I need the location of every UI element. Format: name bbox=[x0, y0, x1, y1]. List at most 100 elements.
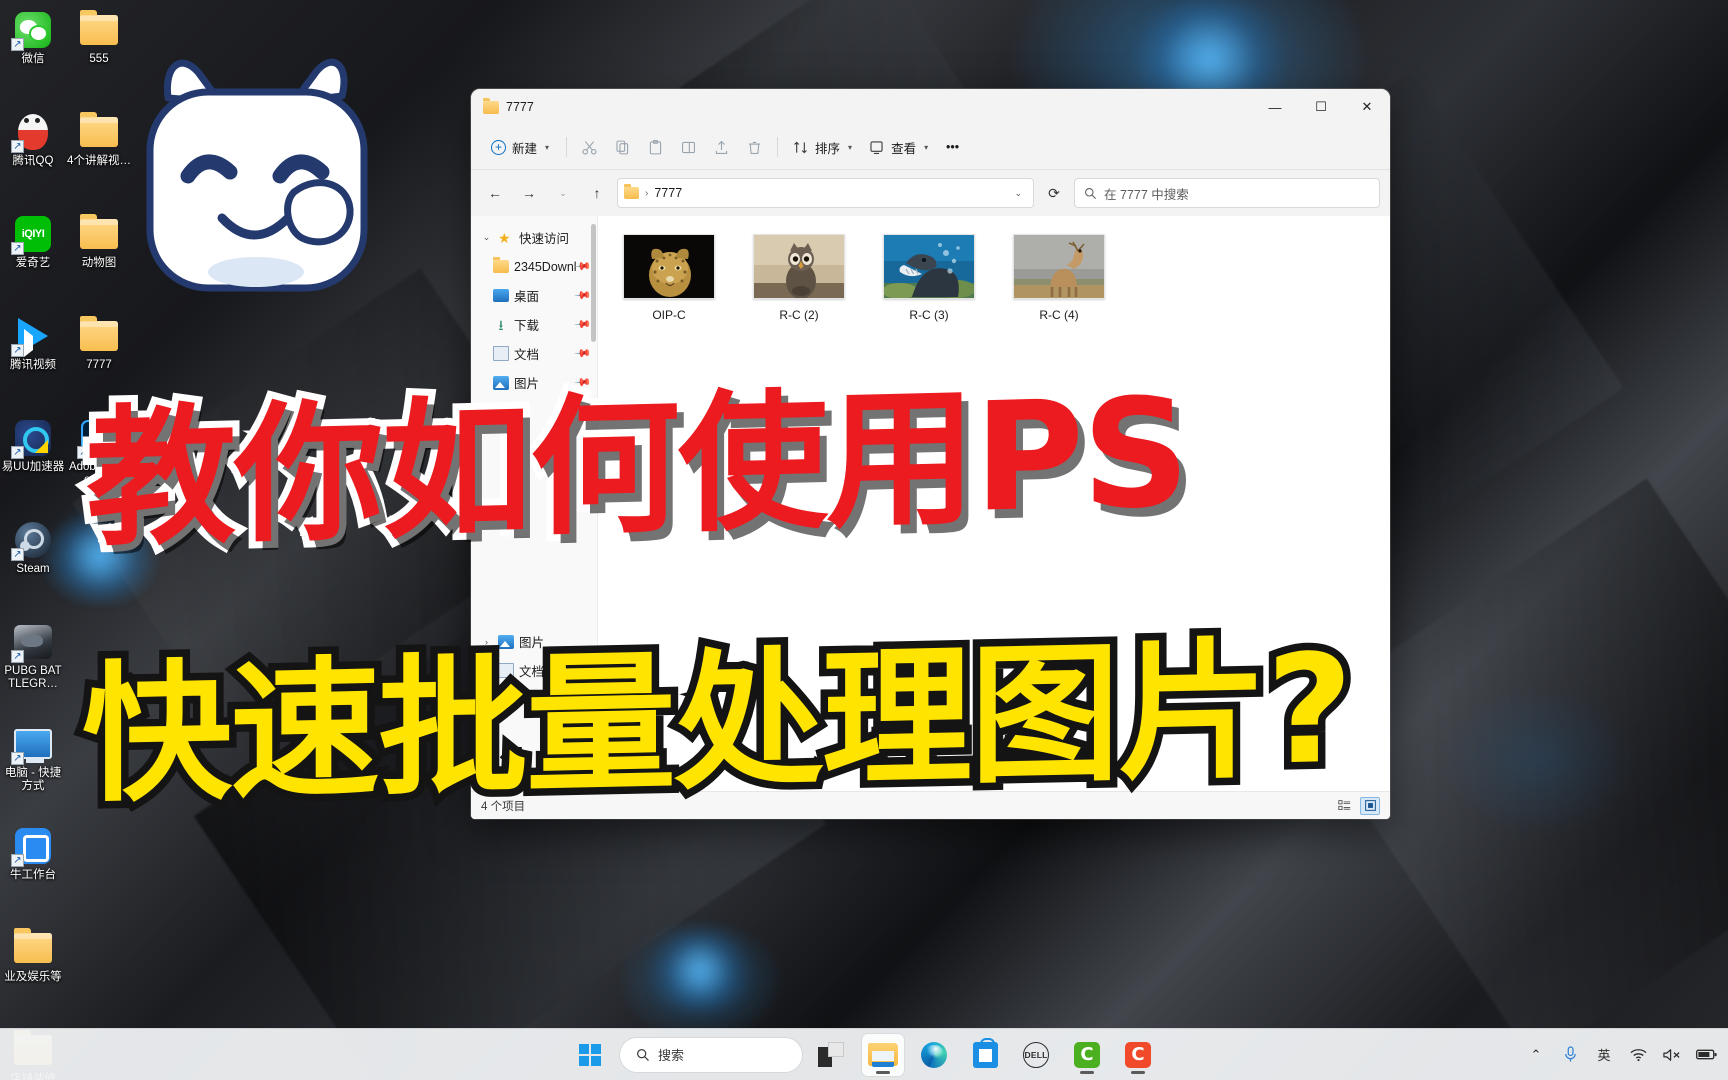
desktop-icon-555[interactable]: 555 bbox=[66, 6, 132, 108]
microsoft-store-button[interactable] bbox=[964, 1034, 1006, 1076]
battery-button[interactable] bbox=[1696, 1038, 1718, 1072]
explorer-title-bar[interactable]: 7777 — ☐ ✕ bbox=[471, 89, 1390, 125]
file-tiles[interactable]: OIP-C R-C (2) R-C (3) R-C (4) bbox=[620, 234, 1390, 322]
desktop-icon-4videos[interactable]: 4个讲解视… bbox=[66, 108, 132, 210]
folder-icon bbox=[79, 112, 119, 152]
view-button[interactable]: 查看 ▾ bbox=[861, 132, 935, 163]
system-tray[interactable]: ⌃ 英 bbox=[1526, 1038, 1718, 1072]
folder-icon bbox=[624, 184, 639, 199]
file-explorer-button[interactable] bbox=[862, 1033, 904, 1076]
task-view-button[interactable] bbox=[811, 1034, 853, 1076]
sidebar-item-2345downloads[interactable]: 2345Downl 📌 bbox=[471, 252, 597, 281]
desktop-icon-iqiyi[interactable]: iQIYI ↗ 爱奇艺 bbox=[0, 210, 66, 312]
pin-icon[interactable]: 📌 bbox=[574, 315, 593, 334]
forward-button[interactable]: → bbox=[515, 179, 543, 207]
microphone-button[interactable] bbox=[1560, 1038, 1580, 1072]
desktop-icon-label: Steam bbox=[16, 563, 50, 575]
recent-locations-button[interactable]: ⌄ bbox=[549, 179, 577, 207]
sidebar-item-desktop[interactable]: 桌面 📌 bbox=[471, 281, 597, 310]
explorer-address-row[interactable]: ← → ⌄ ↑ › 7777 ⌄ ⟳ 在 7777 中搜索 bbox=[471, 170, 1390, 216]
more-options-button[interactable]: ••• bbox=[937, 132, 968, 163]
taskbar-search-box[interactable]: 搜索 bbox=[620, 1037, 802, 1072]
file-item-rc3[interactable]: R-C (3) bbox=[880, 234, 978, 322]
breadcrumb-separator: › bbox=[645, 187, 649, 199]
dell-button[interactable]: DELL bbox=[1015, 1034, 1057, 1076]
sidebar-scrollbar[interactable] bbox=[591, 224, 596, 342]
breadcrumb[interactable]: › 7777 ⌄ bbox=[617, 178, 1034, 208]
edge-button[interactable] bbox=[913, 1034, 955, 1076]
sidebar-item-downloads[interactable]: ⭳ 下载 📌 bbox=[471, 310, 597, 339]
toolbar-divider bbox=[566, 137, 568, 157]
uu-booster-icon: ↗ bbox=[11, 418, 53, 459]
overlay-title-line1: 教你如何使用PS bbox=[79, 360, 1195, 575]
ime-indicator[interactable]: 英 bbox=[1594, 1038, 1614, 1072]
back-button[interactable]: ← bbox=[481, 179, 509, 207]
desktop-icon-label: 腾讯视频 bbox=[10, 359, 56, 371]
desktop-icon-tencent-video[interactable]: ↗ 腾讯视频 bbox=[0, 312, 66, 414]
details-view-button[interactable] bbox=[1334, 797, 1354, 815]
search-placeholder: 在 7777 中搜索 bbox=[1104, 187, 1189, 202]
overlay-title-line2: 快速批量处理图片? bbox=[75, 615, 1359, 831]
network-button[interactable] bbox=[1628, 1038, 1648, 1072]
wifi-icon bbox=[1630, 1048, 1646, 1061]
window-controls[interactable]: — ☐ ✕ bbox=[1252, 89, 1390, 125]
sidebar-item-quick-access[interactable]: ⌄ ★ 快速访问 bbox=[471, 223, 597, 252]
desktop[interactable]: ↗ 微信 555 ↗ 腾讯QQ 4个讲解视… iQIYI ↗ 爱奇艺 动物图 ↗… bbox=[0, 0, 1728, 1080]
copy-button[interactable] bbox=[607, 132, 638, 163]
cut-button[interactable] bbox=[574, 132, 605, 163]
taskbar[interactable]: 搜索 DELL C C ⌃ 英 bbox=[0, 1028, 1728, 1080]
search-icon bbox=[637, 1048, 649, 1061]
wps-green-button[interactable]: C bbox=[1066, 1034, 1108, 1076]
cut-icon bbox=[582, 140, 597, 155]
delete-button[interactable] bbox=[739, 132, 770, 163]
iqiyi-icon: iQIYI ↗ bbox=[11, 214, 53, 255]
close-button[interactable]: ✕ bbox=[1344, 89, 1390, 125]
file-item-rc2[interactable]: R-C (2) bbox=[750, 234, 848, 322]
share-button[interactable] bbox=[706, 132, 737, 163]
copy-icon bbox=[616, 140, 629, 154]
taskbar-center-group[interactable]: 搜索 DELL C C bbox=[569, 1033, 1159, 1076]
sidebar-item-documents[interactable]: 文档 📌 bbox=[471, 339, 597, 368]
sidebar-item-label: 文档 bbox=[514, 348, 540, 362]
pin-icon[interactable]: 📌 bbox=[574, 344, 593, 363]
desktop-icon-label: 易UU加速器 bbox=[1, 461, 65, 473]
new-button[interactable]: + 新建 ▾ bbox=[481, 132, 559, 163]
pin-icon[interactable]: 📌 bbox=[574, 257, 593, 276]
breadcrumb-dropdown-icon[interactable]: ⌄ bbox=[1009, 188, 1027, 199]
desktop-icon-steam[interactable]: ↗ Steam bbox=[0, 516, 66, 618]
folder-icon bbox=[79, 316, 119, 356]
paste-button[interactable] bbox=[640, 132, 671, 163]
desktop-icon-this-pc[interactable]: ↗ 电脑 - 快捷方式 bbox=[0, 720, 66, 822]
refresh-button[interactable]: ⟳ bbox=[1040, 179, 1068, 207]
desktop-icon-qq[interactable]: ↗ 腾讯QQ bbox=[0, 108, 66, 210]
wechat-icon: ↗ bbox=[11, 10, 53, 51]
desktop-icon-uu-booster[interactable]: ↗ 易UU加速器 bbox=[0, 414, 66, 516]
desktop-icon-pubg[interactable]: ↗ PUBG BATTLEGR… bbox=[0, 618, 66, 720]
file-name: R-C (2) bbox=[779, 308, 819, 322]
dell-icon: DELL bbox=[1023, 1041, 1049, 1068]
file-item-rc4[interactable]: R-C (4) bbox=[1010, 234, 1108, 322]
large-icons-view-button[interactable] bbox=[1360, 796, 1380, 815]
minimize-button[interactable]: — bbox=[1252, 89, 1298, 125]
rename-button[interactable] bbox=[673, 132, 704, 163]
desktop-icon-wechat[interactable]: ↗ 微信 bbox=[0, 6, 66, 108]
explorer-toolbar[interactable]: + 新建 ▾ 排序 ▾ 查看 ▾ ••• bbox=[471, 125, 1390, 170]
wps-red-button[interactable]: C bbox=[1117, 1034, 1159, 1076]
pin-icon[interactable]: 📌 bbox=[574, 286, 593, 305]
qq-icon: ↗ bbox=[11, 112, 53, 153]
chevron-down-icon[interactable]: ⌄ bbox=[480, 232, 493, 243]
file-name: R-C (3) bbox=[909, 308, 949, 322]
show-hidden-icons-button[interactable]: ⌃ bbox=[1526, 1038, 1546, 1072]
desktop-icon-animals[interactable]: 动物图 bbox=[66, 210, 132, 312]
desktop-icon-niu-workbench[interactable]: ↗ 牛工作台 bbox=[0, 822, 66, 924]
search-input[interactable]: 在 7777 中搜索 bbox=[1074, 178, 1380, 208]
up-button[interactable]: ↑ bbox=[583, 179, 611, 207]
breadcrumb-path[interactable]: 7777 bbox=[654, 186, 682, 200]
file-item-oip-c[interactable]: OIP-C bbox=[620, 234, 718, 322]
maximize-button[interactable]: ☐ bbox=[1298, 89, 1344, 125]
edge-icon bbox=[921, 1041, 947, 1068]
start-button[interactable] bbox=[569, 1034, 611, 1076]
desktop-icon-entertainment[interactable]: 业及娱乐等 bbox=[0, 924, 66, 1026]
volume-button[interactable] bbox=[1662, 1038, 1682, 1072]
sort-button[interactable]: 排序 ▾ bbox=[785, 132, 859, 163]
